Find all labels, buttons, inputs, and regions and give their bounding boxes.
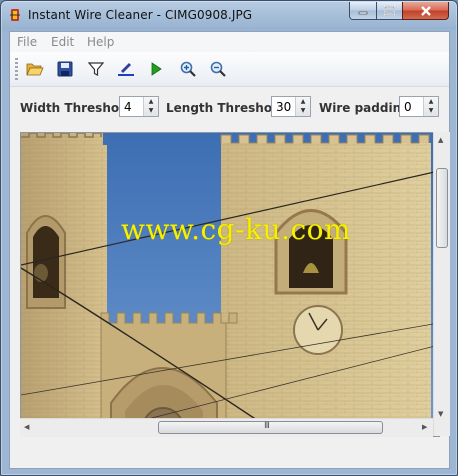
- wire-padding-value[interactable]: 0: [404, 100, 412, 114]
- pen-line-icon: [118, 63, 134, 76]
- floppy-disk-icon: [57, 61, 73, 77]
- image-viewport[interactable]: www.cg-ku.com: [20, 132, 440, 437]
- spin-down-icon[interactable]: ▼: [144, 106, 158, 115]
- vertical-scroll-thumb[interactable]: [436, 168, 448, 248]
- menu-bar: File Edit Help: [10, 32, 449, 52]
- length-threshold-value[interactable]: 30: [276, 100, 291, 114]
- spin-up-icon[interactable]: ▲: [296, 97, 310, 106]
- width-threshold-value[interactable]: 4: [124, 100, 132, 114]
- length-threshold-label: Length Threshold: [166, 101, 285, 115]
- funnel-icon: [88, 62, 104, 76]
- title-bar[interactable]: Instant Wire Cleaner - CIMG0908.JPG: [1, 1, 457, 30]
- scroll-grip: III: [264, 421, 270, 431]
- client-area: File Edit Help Width Threshold 4 ▲ ▼ Len…: [9, 31, 450, 469]
- vertical-scrollbar[interactable]: ▲ ▼: [433, 132, 450, 436]
- toolbar: [10, 52, 449, 87]
- watermark-text: www.cg-ku.com: [121, 213, 352, 246]
- run-button[interactable]: [144, 58, 168, 80]
- close-button[interactable]: [402, 2, 449, 20]
- zoom-out-icon: [210, 61, 226, 77]
- minimize-button[interactable]: [349, 2, 377, 20]
- scroll-right-icon[interactable]: ▶: [422, 423, 427, 431]
- spin-up-icon[interactable]: ▲: [144, 97, 158, 106]
- maximize-icon: [384, 6, 395, 15]
- scroll-left-icon[interactable]: ◀: [24, 423, 29, 431]
- open-button[interactable]: [23, 58, 47, 80]
- parameter-bar: Width Threshold 4 ▲ ▼ Length Threshold 3…: [10, 88, 449, 128]
- scroll-up-icon[interactable]: ▲: [438, 136, 443, 144]
- wire-padding-arrows[interactable]: ▲ ▼: [423, 97, 438, 116]
- menu-help[interactable]: Help: [87, 35, 114, 49]
- window-title: Instant Wire Cleaner - CIMG0908.JPG: [28, 8, 253, 22]
- save-button[interactable]: [53, 58, 77, 80]
- horizontal-scroll-thumb[interactable]: III: [158, 421, 383, 434]
- close-icon: [420, 5, 431, 16]
- spin-up-icon[interactable]: ▲: [424, 97, 438, 106]
- app-icon: [10, 9, 20, 21]
- spin-down-icon[interactable]: ▼: [296, 106, 310, 115]
- maximize-button[interactable]: [376, 2, 403, 20]
- folder-open-icon: [26, 63, 44, 76]
- width-threshold-stepper[interactable]: 4 ▲ ▼: [119, 96, 159, 117]
- cathedral-photo[interactable]: [21, 133, 439, 436]
- horizontal-scrollbar[interactable]: ◀ III ▶: [20, 418, 433, 437]
- filter-button[interactable]: [84, 58, 108, 80]
- wire-padding-label: Wire padding: [319, 101, 410, 115]
- minimize-icon: [358, 11, 368, 14]
- toolbar-grip[interactable]: [15, 58, 18, 80]
- scroll-down-icon[interactable]: ▼: [438, 410, 443, 418]
- menu-file[interactable]: File: [17, 35, 37, 49]
- play-icon: [151, 62, 162, 76]
- width-threshold-arrows[interactable]: ▲ ▼: [143, 97, 158, 116]
- menu-edit[interactable]: Edit: [51, 35, 74, 49]
- spin-down-icon[interactable]: ▼: [424, 106, 438, 115]
- draw-button[interactable]: [114, 58, 138, 80]
- length-threshold-arrows[interactable]: ▲ ▼: [295, 97, 310, 116]
- app-window: Instant Wire Cleaner - CIMG0908.JPG File…: [0, 0, 458, 476]
- zoom-out-button[interactable]: [206, 58, 230, 80]
- zoom-in-button[interactable]: [176, 58, 200, 80]
- zoom-in-icon: [180, 61, 196, 77]
- wire-padding-stepper[interactable]: 0 ▲ ▼: [399, 96, 439, 117]
- width-threshold-label: Width Threshold: [20, 101, 132, 115]
- length-threshold-stepper[interactable]: 30 ▲ ▼: [271, 96, 311, 117]
